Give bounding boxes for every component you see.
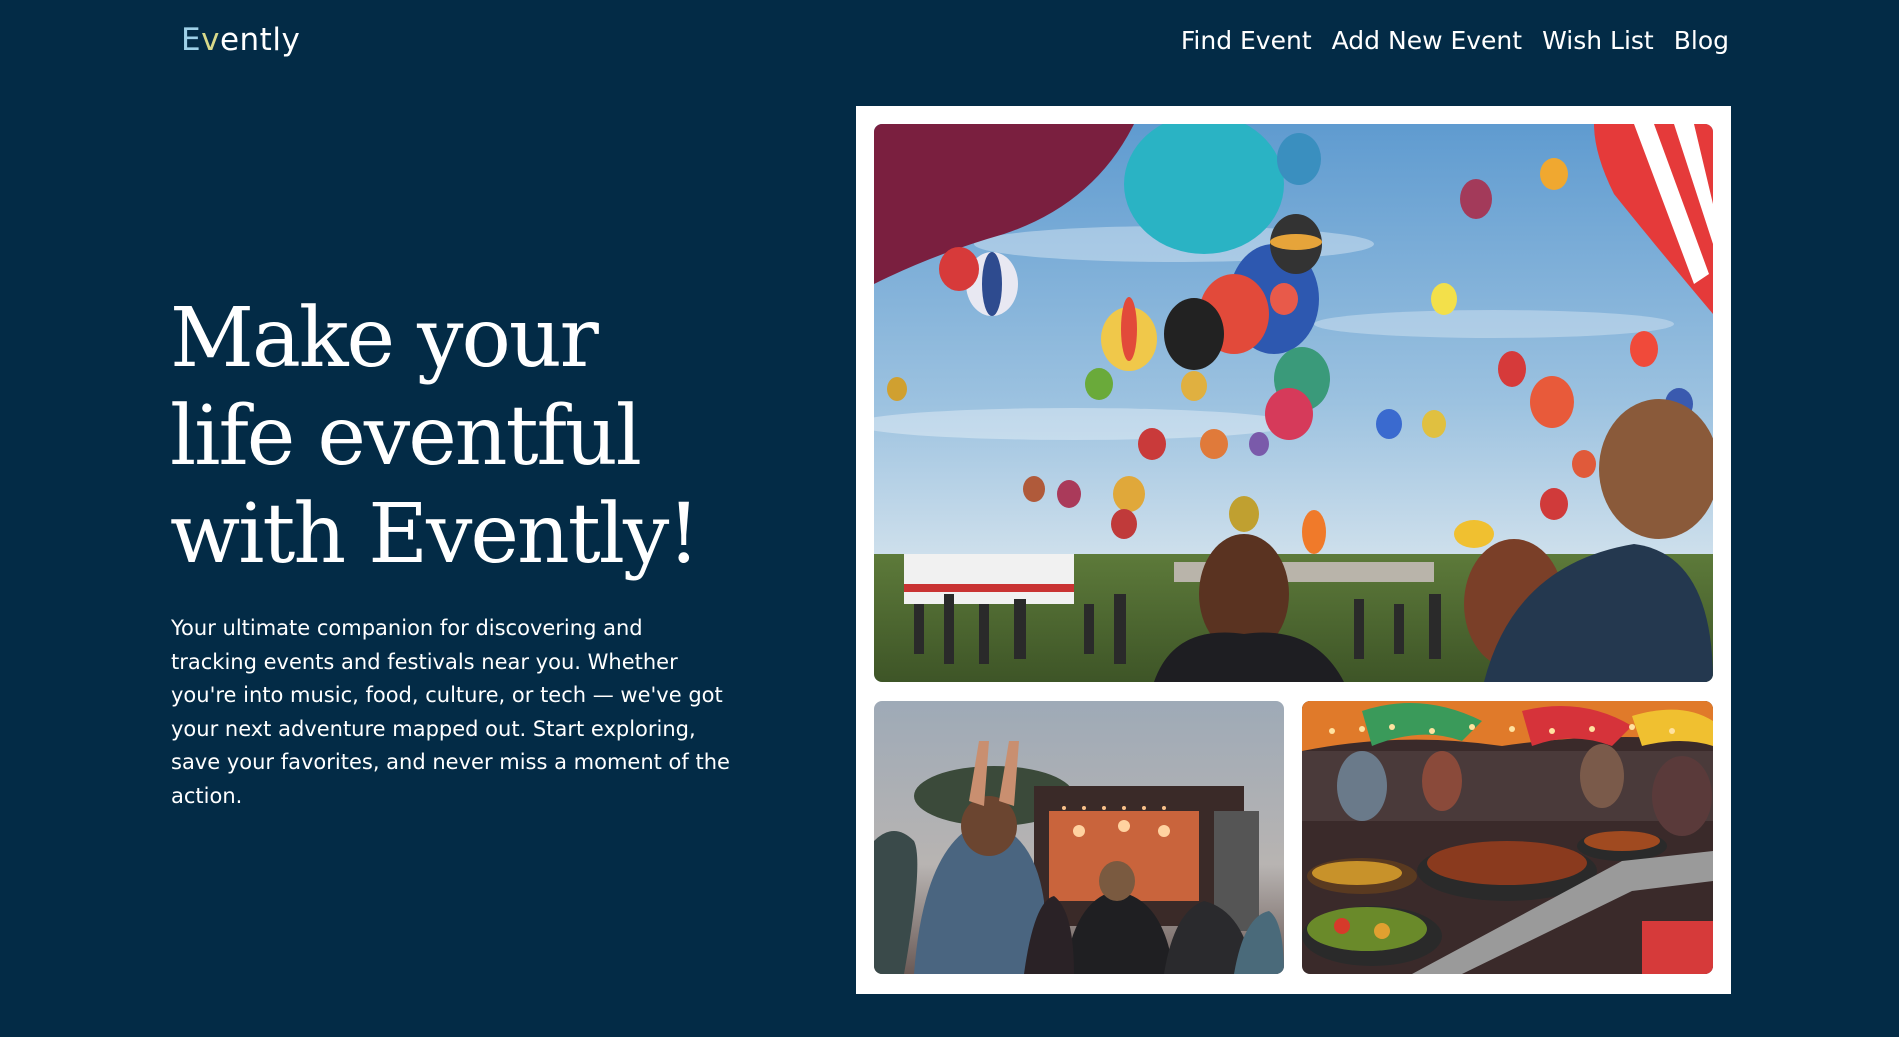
logo-letter-v: v: [201, 22, 220, 58]
photo-gallery: [856, 106, 1731, 994]
balloon-festival-photo: [874, 124, 1713, 682]
food-market-photo: [1302, 701, 1713, 974]
hero-description: Your ultimate companion for discovering …: [171, 616, 730, 808]
logo-letter-e: E: [181, 22, 202, 58]
nav-add-new-event[interactable]: Add New Event: [1332, 26, 1522, 55]
nav-wish-list[interactable]: Wish List: [1542, 26, 1654, 55]
main-nav: Find Event Add New Event Wish List Blog: [1181, 26, 1729, 55]
concert-photo: [874, 701, 1284, 974]
hero-title: Make your life eventful with Evently!: [170, 290, 730, 584]
logo-rest: ently: [219, 22, 301, 58]
nav-find-event[interactable]: Find Event: [1181, 26, 1312, 55]
food-market-image: [1302, 701, 1713, 974]
concert-image: [874, 701, 1284, 974]
balloon-festival-image: [874, 124, 1713, 682]
nav-blog[interactable]: Blog: [1674, 26, 1729, 55]
logo[interactable]: Evently: [181, 22, 300, 58]
hero-title-line: with Evently!: [170, 487, 700, 582]
hero-title-line: life eventful: [170, 389, 642, 484]
hero-title-line: Make your: [170, 291, 599, 386]
